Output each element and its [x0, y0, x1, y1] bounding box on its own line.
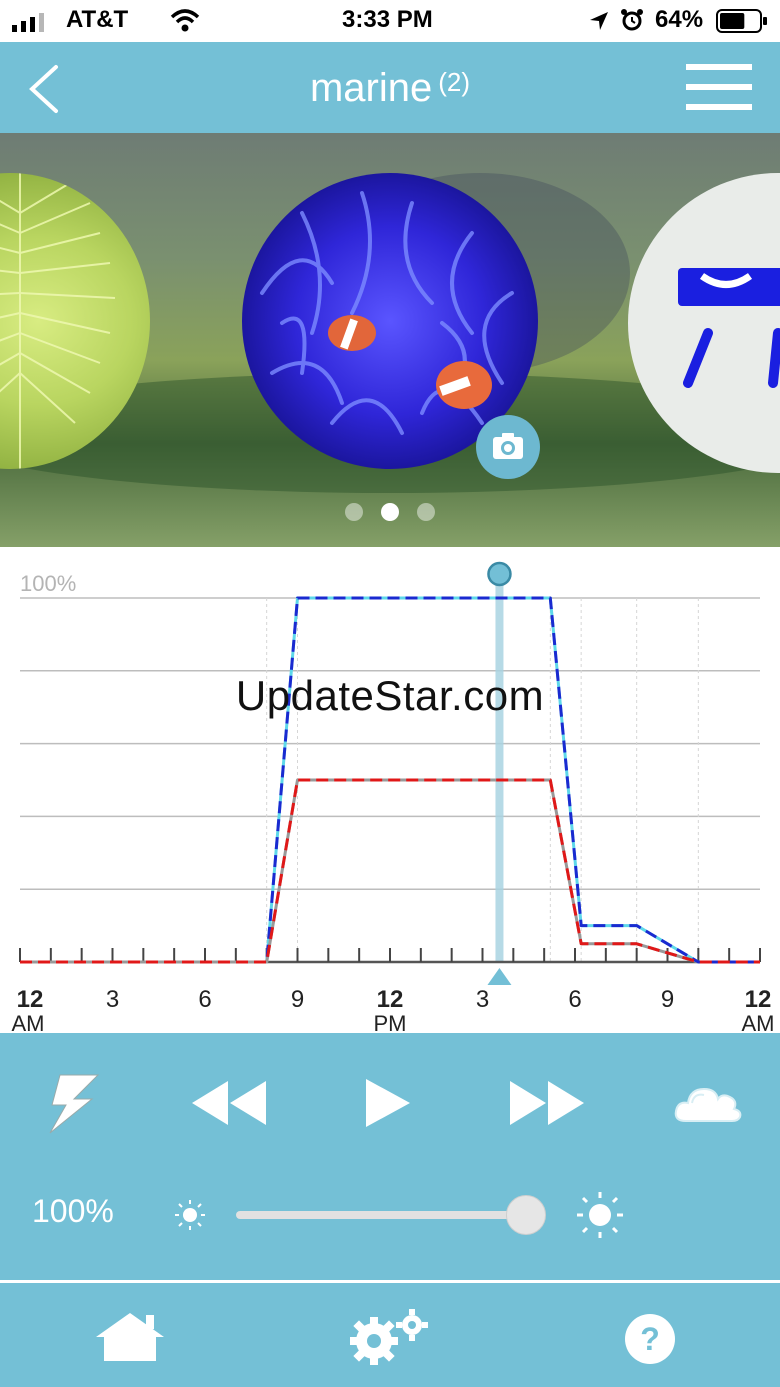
location-arrow-icon: [590, 12, 608, 30]
chart-series-line: [20, 778, 760, 964]
playback-controls-panel: 100%: [0, 1033, 780, 1280]
carousel-dot-active[interactable]: [381, 503, 399, 521]
battery-percent: 64%: [655, 6, 704, 33]
home-icon[interactable]: [94, 1311, 166, 1363]
carrier-label: AT&T: [66, 6, 129, 33]
current-time-pointer: [487, 968, 512, 985]
carousel-dot[interactable]: [345, 503, 363, 521]
page-title-group: marine (2): [0, 66, 780, 111]
page-title: marine: [309, 66, 433, 110]
svg-text:?: ?: [640, 1321, 660, 1357]
wifi-icon: [170, 9, 200, 32]
camera-icon: [493, 433, 523, 459]
chart-y-top-label: 100%: [20, 571, 76, 596]
signal-icon: [12, 13, 44, 32]
current-time-marker: [495, 574, 504, 962]
chart-x-tick-label: 6: [198, 986, 211, 1013]
chart-series-line: [20, 778, 760, 964]
carousel-dot[interactable]: [417, 503, 435, 521]
tank-image-carousel[interactable]: [0, 133, 780, 547]
hamburger-menu-icon[interactable]: [686, 64, 752, 110]
chart-x-tick-label: 3: [476, 986, 489, 1013]
change-photo-button[interactable]: [476, 415, 540, 479]
battery-icon: [716, 9, 767, 33]
brightness-percent-label: 100%: [32, 1193, 114, 1229]
app-header: marine (2): [0, 42, 780, 133]
sun-small-icon: [175, 1200, 205, 1230]
light-schedule-chart[interactable]: 100% 12 AM 3 6 9 12 PM 3 6 9 12 AM: [0, 547, 780, 1033]
brightness-slider-thumb[interactable]: [506, 1195, 546, 1235]
chart-x-tick-sublabel: AM: [12, 1011, 45, 1033]
clock-label: 3:33 PM: [342, 6, 433, 33]
gears-icon[interactable]: [346, 1307, 432, 1367]
rewind-icon[interactable]: [190, 1079, 268, 1127]
chart-x-tick-sublabel: PM: [374, 1011, 407, 1033]
tank-count: (2): [438, 67, 471, 97]
chart-x-tick-label: 12: [17, 986, 44, 1013]
chart-x-tick-sublabel: AM: [742, 1011, 775, 1033]
schedule-chart-svg[interactable]: 100%12AM3 6 9 12PM3 6 9 12AM: [0, 547, 780, 1033]
chart-x-tick-label: 12: [377, 986, 404, 1013]
help-icon[interactable]: ?: [624, 1313, 676, 1365]
chart-x-tick-label: 9: [661, 986, 674, 1013]
fast-forward-icon[interactable]: [508, 1079, 586, 1127]
bottom-navigation: ?: [0, 1283, 780, 1387]
cloud-icon[interactable]: [672, 1081, 744, 1125]
current-time-handle[interactable]: [487, 561, 512, 587]
sun-large-icon: [577, 1192, 623, 1238]
carousel-pagination: [0, 503, 780, 521]
play-icon[interactable]: [364, 1077, 412, 1129]
watermark-text: UpdateStar.com: [235, 672, 545, 719]
chart-x-tick-label: 12: [745, 986, 772, 1013]
chart-x-tick-label: 9: [291, 986, 304, 1013]
brightness-slider-track[interactable]: [236, 1211, 526, 1219]
alarm-icon: [621, 9, 643, 31]
chart-x-tick-label: 6: [568, 986, 581, 1013]
lightning-icon[interactable]: [40, 1071, 104, 1135]
chart-x-tick-label: 3: [106, 986, 119, 1013]
status-bar: AT&T 3:33 PM 64%: [0, 0, 780, 42]
